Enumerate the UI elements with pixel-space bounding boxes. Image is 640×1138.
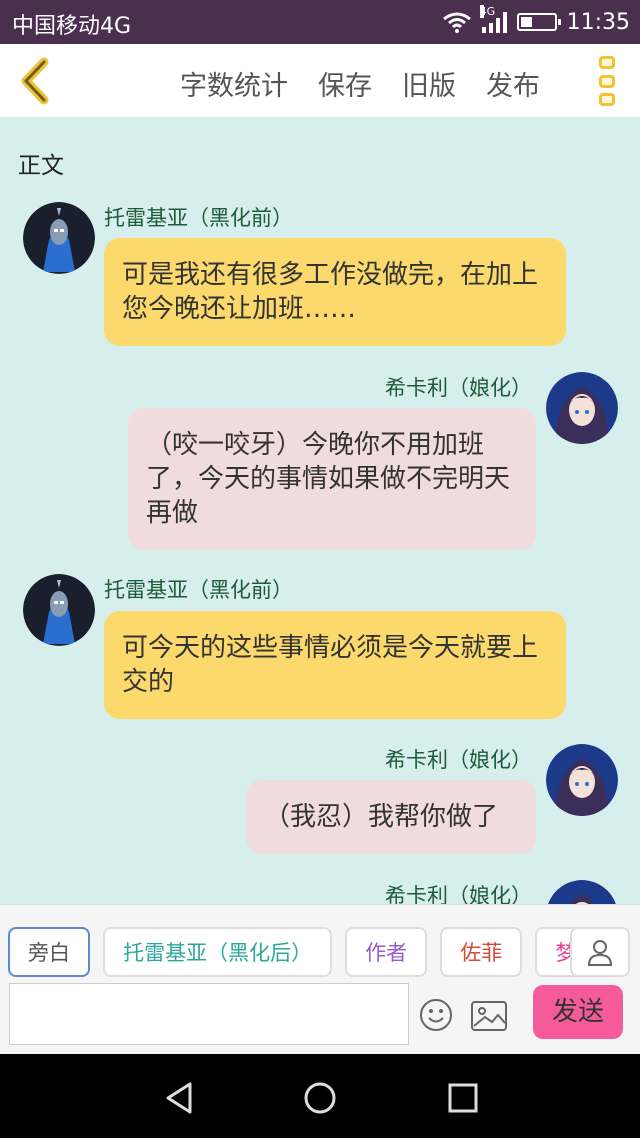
word-count-button[interactable]: 字数统计: [180, 64, 288, 103]
composer: 旁白 托雷基亚（黑化后） 作者 佐菲 梦比 发送: [0, 904, 640, 1054]
status-icons: 4G 11:35: [442, 5, 630, 38]
chip-toregeia-dark[interactable]: 托雷基亚（黑化后）: [103, 927, 333, 977]
send-button[interactable]: 发送: [533, 985, 623, 1039]
speaker-name: 希卡利（娘化）: [385, 748, 532, 772]
speaker-name: 希卡利（娘化）: [385, 376, 532, 400]
section-title: 正文: [18, 153, 64, 179]
user-icon: [587, 940, 613, 966]
clock: 11:35: [566, 9, 630, 35]
carrier-label: 中国移动4G: [12, 14, 132, 39]
message-bubble[interactable]: （咬一咬牙）今晚你不用加班了，今天的事情如果做不完明天再做: [128, 408, 536, 550]
avatar-hikari[interactable]: [546, 744, 618, 816]
image-icon[interactable]: [470, 999, 508, 1033]
chip-author[interactable]: 作者: [345, 927, 428, 977]
navigation-bar: [0, 1054, 640, 1138]
old-version-button[interactable]: 旧版: [402, 64, 456, 103]
avatar-toregeia[interactable]: [23, 574, 95, 646]
speaker-name: 托雷基亚（黑化前）: [104, 206, 293, 230]
message-bubble[interactable]: （我忍）我帮你做了: [246, 780, 536, 854]
chip-zoffy[interactable]: 佐菲: [440, 927, 523, 977]
emoji-icon[interactable]: [418, 997, 454, 1033]
status-bar: 中国移动4G 4G 11:35: [0, 0, 640, 44]
chip-narration[interactable]: 旁白: [8, 927, 90, 977]
speaker-name: 托雷基亚（黑化前）: [104, 578, 293, 602]
recents-square-icon[interactable]: [443, 1078, 483, 1118]
speaker-name: 希卡利（娘化）: [385, 884, 532, 904]
more-icon[interactable]: [598, 56, 616, 106]
message-bubble[interactable]: 可是我还有很多工作没做完，在加上您今晚还让加班……: [104, 238, 566, 346]
toolbar-actions: 字数统计 保存 旧版 发布: [180, 64, 540, 103]
avatar-hikari[interactable]: [546, 372, 618, 444]
chevron-left-icon[interactable]: [14, 56, 54, 106]
wifi-icon: [442, 12, 471, 33]
message-input[interactable]: [9, 983, 409, 1045]
battery-icon: [516, 13, 561, 31]
toolbar: 字数统计 保存 旧版 发布: [0, 44, 640, 118]
back-triangle-icon[interactable]: [160, 1078, 200, 1118]
chat-area[interactable]: 正文 托雷基亚（黑化前） 可是我还有很多工作没做完，在加上您今晚还让加班…… 希…: [0, 118, 640, 904]
avatar-toregeia[interactable]: [23, 202, 95, 274]
network-type: 4G: [479, 5, 496, 18]
save-button[interactable]: 保存: [318, 64, 372, 103]
signal-icon: 4G: [479, 5, 507, 33]
avatar-hikari[interactable]: [546, 880, 618, 904]
home-circle-icon[interactable]: [300, 1078, 340, 1118]
publish-button[interactable]: 发布: [486, 64, 540, 103]
add-character-button[interactable]: [570, 927, 630, 977]
character-chips: 旁白 托雷基亚（黑化后） 作者 佐菲 梦比: [8, 927, 578, 979]
message-bubble[interactable]: 可今天的这些事情必须是今天就要上交的: [104, 611, 566, 719]
